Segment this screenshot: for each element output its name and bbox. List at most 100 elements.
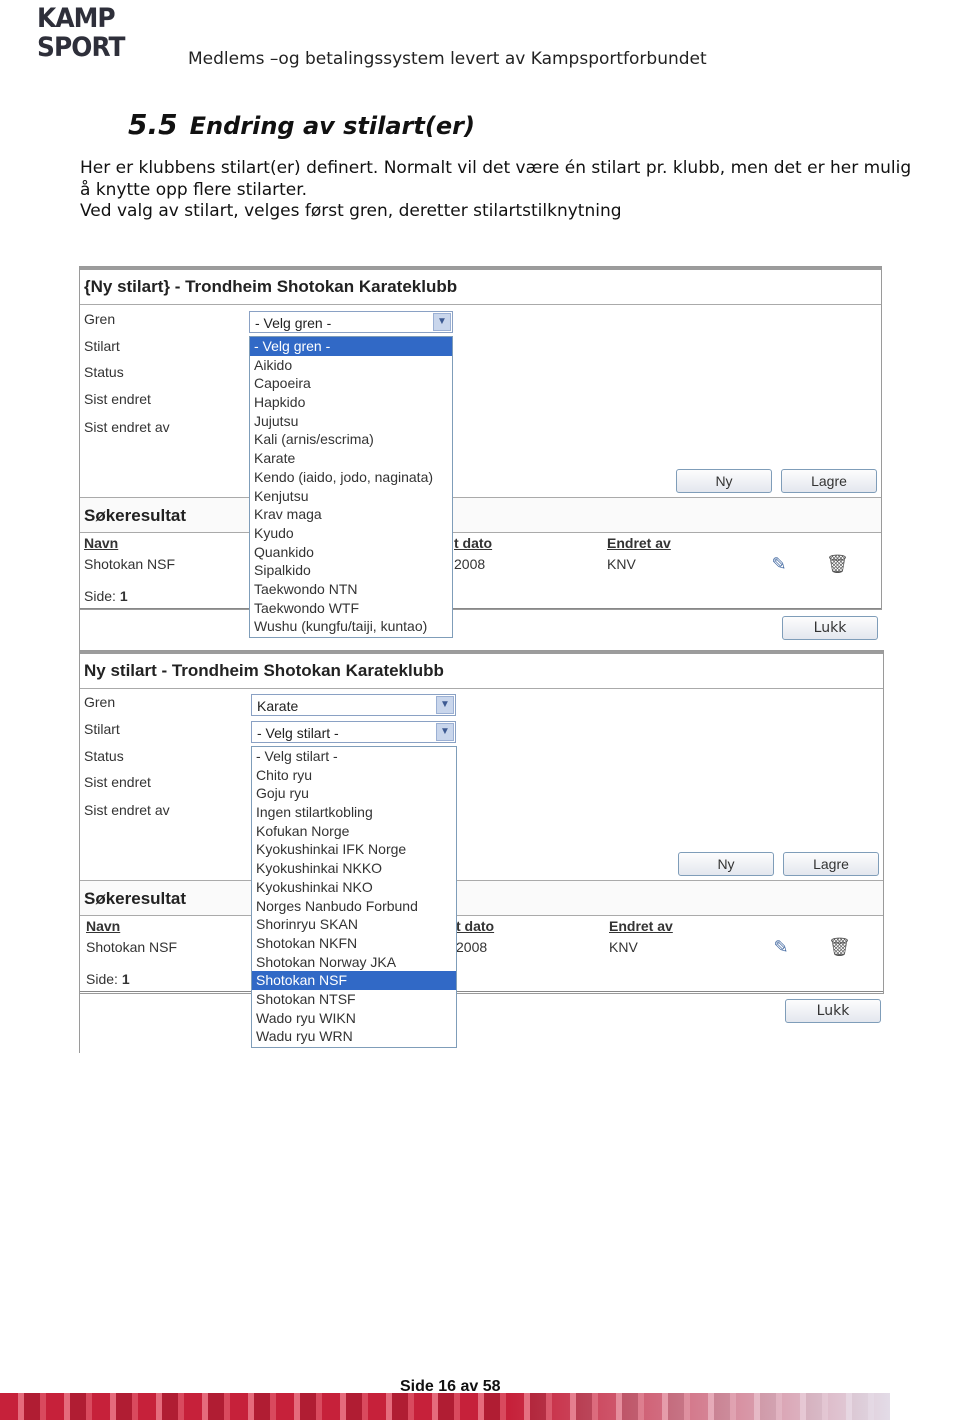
results-bottom-border [80,991,883,992]
lukk-button[interactable]: Lukk [782,616,878,640]
dropdown-option[interactable]: Shorinryu SKAN [252,915,456,934]
dropdown-option[interactable]: Chito ryu [252,766,456,785]
panel-top-border [80,651,883,654]
logo-line-1: KAMP [37,3,116,34]
footer-fade [510,1393,890,1420]
section-title: Endring av stilart(er) [189,112,475,140]
dropdown-option[interactable]: Kali (arnis/escrima) [250,430,452,449]
label-stilart: Stilart [84,721,120,737]
results-title: Søkeresultat [84,889,187,908]
dropdown-option[interactable]: Krav maga [250,505,452,524]
footer-decoration [0,1393,890,1420]
panel-top-border [80,267,881,270]
dropdown-option[interactable]: Shotokan Norway JKA [252,953,456,972]
paragraph-line-1: Her er klubbens stilart(er) definert. No… [80,158,912,178]
dropdown-option[interactable]: - Velg stilart - [252,747,456,766]
label-status: Status [84,748,124,764]
chevron-down-icon[interactable]: ▼ [436,696,454,714]
results-header: Søkeresultat [80,497,881,533]
dropdown-option[interactable]: Aikido [250,356,452,375]
label-sist-endret-av: Sist endret av [84,419,170,435]
window-title: Ny stilart - Trondheim Shotokan Karatekl… [84,661,444,680]
dropdown-option[interactable]: Kendo (iaido, jodo, naginata) [250,468,452,487]
col-navn[interactable]: Navn [86,918,120,934]
dropdown-option[interactable]: Shotokan NKFN [252,934,456,953]
screenshot-ny-stilart-1: {Ny stilart} - Trondheim Shotokan Karate… [79,266,882,638]
ny-button[interactable]: Ny [678,852,774,876]
title-separator [80,304,881,305]
section-number: 5.5 [128,108,178,141]
label-gren: Gren [84,311,116,327]
lukk-button[interactable]: Lukk [785,999,881,1023]
edit-icon[interactable]: ✎ [768,553,790,575]
dropdown-option[interactable]: Kyudo [250,524,452,543]
chevron-down-icon[interactable]: ▼ [433,313,451,331]
dropdown-option[interactable]: Shotokan NTSF [252,990,456,1009]
stilart-dropdown-list[interactable]: - Velg stilart - Chito ryu Goju ryu Ingen s… [251,746,457,1048]
dropdown-option[interactable]: Kenjutsu [250,487,452,506]
dropdown-option[interactable]: Taekwondo WTF [250,599,452,618]
gren-select[interactable]: - Velg gren - ▼ [249,311,453,333]
window-title: {Ny stilart} - Trondheim Shotokan Karate… [84,277,458,296]
dropdown-option[interactable]: Wado ryu WIKN [252,1009,456,1028]
edit-icon[interactable]: ✎ [770,936,792,958]
lagre-button[interactable]: Lagre [783,852,879,876]
delete-icon[interactable]: 🗑 [828,936,851,958]
side-number: 1 [121,971,130,987]
dropdown-option[interactable]: Shotokan NSF [252,971,456,990]
dropdown-option[interactable]: Wadu ryu WRN [252,1027,456,1046]
row-dato: 2008 [456,939,488,955]
row-navn: Shotokan NSF [84,556,176,572]
results-bottom-border [80,608,881,609]
dropdown-option[interactable]: Kofukan Norge [252,822,456,841]
dropdown-option[interactable]: Wushu (kungfu/taiji, kuntao) [250,617,452,636]
dropdown-option[interactable]: Hapkido [250,393,452,412]
stilart-select[interactable]: - Velg stilart - ▼ [251,721,456,743]
col-dato[interactable]: t dato [454,535,492,551]
label-sist-endret: Sist endret [84,391,151,407]
col-endret-av[interactable]: Endret av [609,918,673,934]
dropdown-option[interactable]: Sipalkido [250,561,452,580]
row-endret-av: KNV [609,939,638,955]
window-left-border [79,608,80,1053]
gren-select[interactable]: Karate ▼ [251,694,456,716]
delete-icon[interactable]: 🗑 [826,553,849,575]
row-endret-av: KNV [607,556,636,572]
side-label: Side: 1 [84,588,128,604]
dropdown-option[interactable]: Jujutsu [250,412,452,431]
results-header: Søkeresultat [80,880,883,916]
dropdown-option[interactable]: Norges Nanbudo Forbund [252,897,456,916]
paragraph-line-3: Ved valg av stilart, velges først gren, … [80,201,622,221]
lagre-button[interactable]: Lagre [781,469,877,493]
kampsport-logo: KAMP SPORT [37,3,125,66]
side-text: Side: [86,971,118,987]
dropdown-option[interactable]: Taekwondo NTN [250,580,452,599]
gren-select-value: Karate [257,698,299,714]
chevron-down-icon[interactable]: ▼ [436,723,454,741]
row-dato: 2008 [454,556,486,572]
label-gren: Gren [84,694,116,710]
dropdown-option[interactable]: Goju ryu [252,784,456,803]
label-status: Status [84,364,124,380]
dropdown-option[interactable]: Kyokushinkai NKKO [252,859,456,878]
dropdown-option[interactable]: - Velg gren - [250,337,452,356]
side-text: Side: [84,588,116,604]
dropdown-option[interactable]: Kyokushinkai IFK Norge [252,840,456,859]
section-heading: 5.5 Endring av stilart(er) [128,108,475,141]
dropdown-option[interactable]: Quankido [250,543,452,562]
results-title: Søkeresultat [84,506,187,525]
screenshot-ny-stilart-2: Ny stilart - Trondheim Shotokan Karatekl… [79,650,884,1048]
dropdown-option[interactable]: Karate [250,449,452,468]
col-endret-av[interactable]: Endret av [607,535,671,551]
col-dato[interactable]: t dato [456,918,494,934]
dropdown-option[interactable]: Ingen stilartkobling [252,803,456,822]
ny-button[interactable]: Ny [676,469,772,493]
page-header-text: Medlems –og betalingssystem levert av Ka… [188,49,707,69]
col-navn[interactable]: Navn [84,535,118,551]
dropdown-option[interactable]: Capoeira [250,374,452,393]
logo-line-2: SPORT [37,32,125,63]
dropdown-option[interactable]: Kyokushinkai NKO [252,878,456,897]
gren-dropdown-list[interactable]: - Velg gren - Aikido Capoeira Hapkido Jujuts… [249,336,453,638]
stilart-select-value: - Velg stilart - [257,725,339,741]
label-sist-endret: Sist endret [84,774,151,790]
